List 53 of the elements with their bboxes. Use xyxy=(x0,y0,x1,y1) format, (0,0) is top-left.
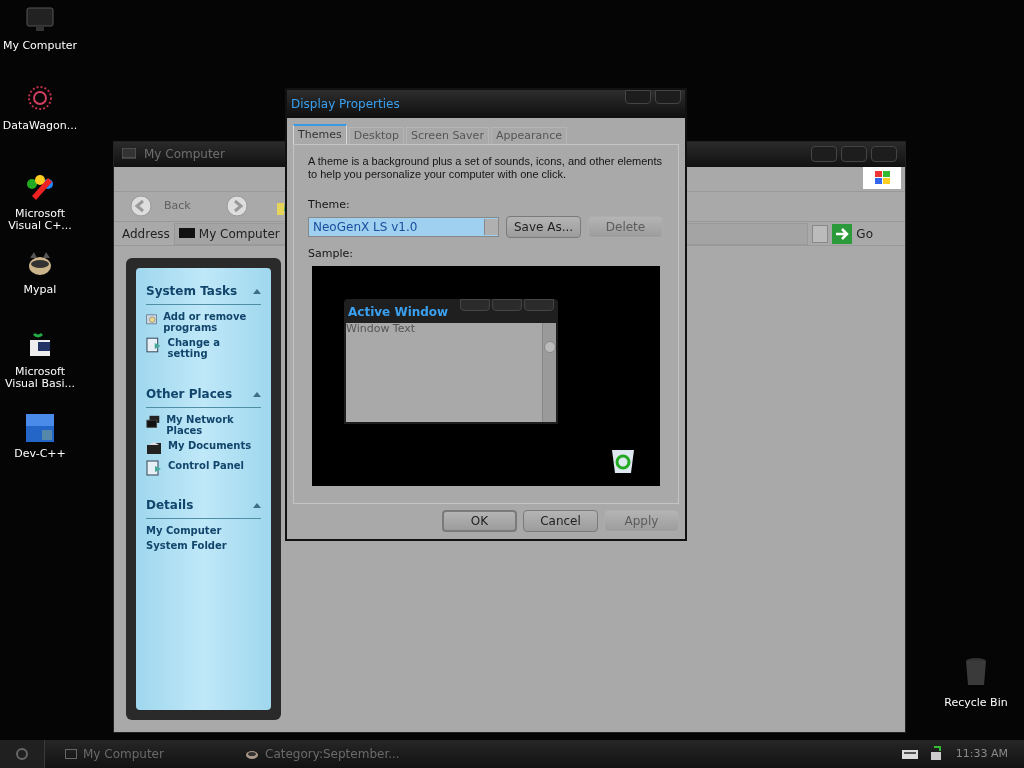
dialog-button[interactable]: Cancel xyxy=(523,510,598,532)
desktop-icon-label[interactable]: DataWagon... xyxy=(2,120,78,132)
collapse-icon[interactable] xyxy=(253,502,261,508)
clock: 11:33 AM xyxy=(955,745,1008,762)
window-title: Display Properties xyxy=(291,96,400,113)
section-title[interactable]: Other Places xyxy=(146,385,233,403)
close-button[interactable] xyxy=(655,90,681,104)
maximize-button[interactable] xyxy=(841,146,867,163)
description-text: A theme is a background plus a set of sounds, icons, and other elements to help you personalize your computer with one click. xyxy=(308,155,664,181)
start-button[interactable] xyxy=(0,740,45,768)
desktop-icon-label[interactable]: Mypal xyxy=(23,284,57,296)
desktop-icon-label[interactable]: My Computer xyxy=(2,40,78,52)
theme-dropdown[interactable]: NeoGenX LS v1.0 xyxy=(308,216,499,237)
control-panel-icon xyxy=(146,337,162,353)
folder-icon xyxy=(146,440,162,456)
help-button[interactable] xyxy=(625,90,651,104)
dropdown-button[interactable] xyxy=(812,224,829,243)
close-button[interactable] xyxy=(871,146,897,163)
minimize-button[interactable] xyxy=(811,146,837,163)
details-text: System Folder xyxy=(146,540,228,551)
tab[interactable]: Themes xyxy=(293,124,347,144)
details-text: My Computer xyxy=(146,525,223,536)
keyboard-icon[interactable] xyxy=(901,749,918,759)
windows-logo-icon xyxy=(863,166,901,189)
window-icon xyxy=(65,748,77,760)
network-icon xyxy=(146,414,161,430)
dialog-button[interactable]: OK xyxy=(442,510,517,532)
task-link[interactable]: My Network Places xyxy=(166,414,261,436)
dialog-button[interactable]: Save As... xyxy=(506,215,581,238)
monitor-icon xyxy=(178,227,195,240)
desktop-icon-label[interactable]: Microsoft Visual Basi... xyxy=(0,366,80,390)
task-link[interactable]: Add or remove programs xyxy=(163,311,261,333)
address-label: Address xyxy=(122,225,170,243)
go-label[interactable]: Go xyxy=(856,224,873,243)
collapse-icon[interactable] xyxy=(253,391,261,397)
section-title[interactable]: Details xyxy=(146,496,194,514)
sample-window-title: Active Window xyxy=(348,304,449,321)
task-link[interactable]: Change a setting xyxy=(167,337,261,359)
desktop-icon-label[interactable]: Recycle Bin xyxy=(944,695,1008,712)
trash-can-icon xyxy=(964,657,988,687)
sample-window-text: Window Text xyxy=(346,323,417,337)
monitor-icon xyxy=(122,148,136,161)
theme-label: Theme: xyxy=(308,197,351,213)
network-icon[interactable] xyxy=(929,746,944,762)
task-link[interactable]: My Documents xyxy=(168,440,252,456)
control-panel-icon xyxy=(146,460,162,476)
section-title[interactable]: System Tasks xyxy=(146,282,238,300)
desktop-icon-label[interactable]: Microsoft Visual C+... xyxy=(0,208,80,232)
collapse-icon[interactable] xyxy=(253,288,261,294)
desktop-icon-label[interactable]: Dev-C++ xyxy=(14,448,66,460)
sample-label: Sample: xyxy=(308,245,354,262)
window-title: My Computer xyxy=(144,146,225,164)
task-link[interactable]: Control Panel xyxy=(168,460,244,476)
